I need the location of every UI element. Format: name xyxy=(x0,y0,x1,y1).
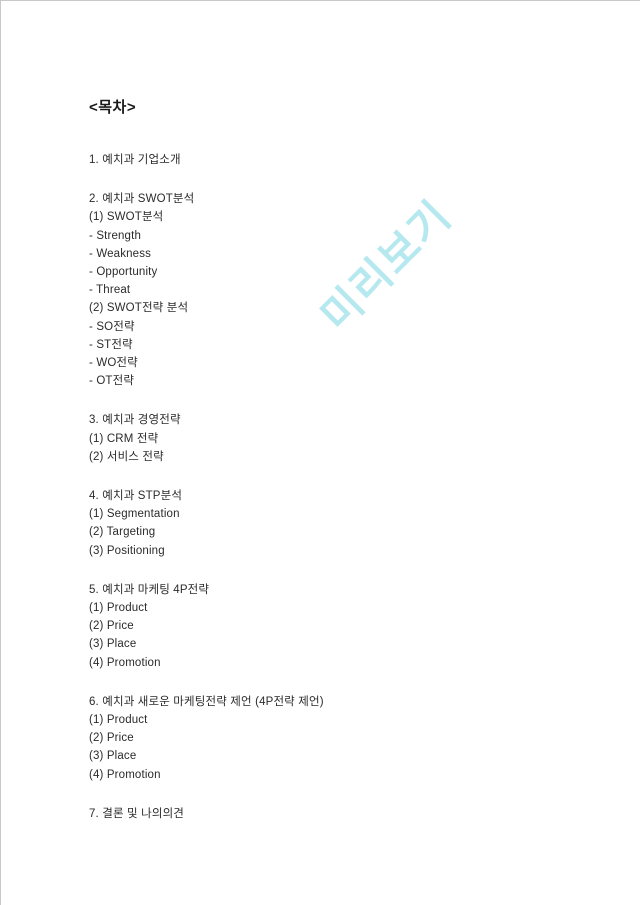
toc-line: - Threat xyxy=(89,284,131,297)
toc-line: - WO전략 xyxy=(89,357,138,370)
toc-line: (2) Targeting xyxy=(89,526,156,539)
toc-line: (3) Positioning xyxy=(89,544,165,557)
toc-line: (2) 서비스 전략 xyxy=(89,450,164,463)
toc-line: - Opportunity xyxy=(89,266,158,279)
page-title: <목차> xyxy=(89,99,137,116)
toc-line: (2) Price xyxy=(89,732,134,745)
toc-line: 2. 예치과 SWOT분석 xyxy=(89,193,195,206)
toc-line: - Weakness xyxy=(89,247,152,260)
toc-group: 4. 예치과 STP분석 (1) Segmentation (2) Target… xyxy=(89,487,569,560)
toc-line: (1) SWOT분석 xyxy=(89,211,164,224)
toc-line: (3) Place xyxy=(89,638,137,651)
document-page: 미리보기 <목차> 1. 예치과 기업소개 2. 예치과 SWOT분석 (1) … xyxy=(0,0,640,905)
toc-line: (4) Promotion xyxy=(89,656,161,669)
table-of-contents: <목차> 1. 예치과 기업소개 2. 예치과 SWOT분석 (1) SWOT분… xyxy=(89,99,569,823)
toc-line: (1) Product xyxy=(89,714,148,727)
toc-line: - Strength xyxy=(89,229,141,242)
toc-line: (1) CRM 전략 xyxy=(89,432,159,445)
toc-group: 2. 예치과 SWOT분석 (1) SWOT분석 - Strength - We… xyxy=(89,190,569,390)
toc-line: - SO전략 xyxy=(89,320,135,333)
toc-group: 7. 결론 및 나의의견 xyxy=(89,805,569,823)
toc-group: 6. 예치과 새로운 마케팅전략 제언 (4P전략 제언) (1) Produc… xyxy=(89,693,569,784)
toc-line: (4) Promotion xyxy=(89,768,161,781)
toc-line: - ST전략 xyxy=(89,338,133,351)
toc-group: 5. 예치과 마케팅 4P전략 (1) Product (2) Price (3… xyxy=(89,581,569,672)
toc-line: 6. 예치과 새로운 마케팅전략 제언 (4P전략 제언) xyxy=(89,695,324,708)
toc-line: 7. 결론 및 나의의견 xyxy=(89,807,185,820)
toc-line: (1) Product xyxy=(89,602,148,615)
toc-group: 3. 예치과 경영전략 (1) CRM 전략 (2) 서비스 전략 xyxy=(89,411,569,466)
toc-line: - OT전략 xyxy=(89,375,135,388)
toc-line: (2) Price xyxy=(89,620,134,633)
toc-line: (1) Segmentation xyxy=(89,508,180,521)
toc-line: 5. 예치과 마케팅 4P전략 xyxy=(89,583,210,596)
toc-line: (2) SWOT전략 분석 xyxy=(89,302,189,315)
toc-line: 1. 예치과 기업소개 xyxy=(89,154,181,166)
toc-group: 1. 예치과 기업소개 xyxy=(89,151,569,169)
toc-line: 3. 예치과 경영전략 xyxy=(89,414,181,427)
toc-line: 4. 예치과 STP분석 xyxy=(89,490,183,503)
toc-line: (3) Place xyxy=(89,750,137,763)
